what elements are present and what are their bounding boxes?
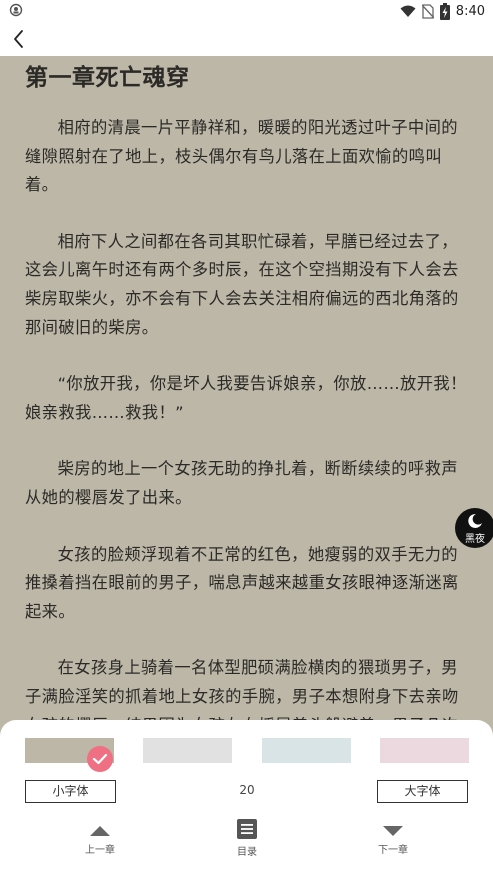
battery-charging-icon <box>439 2 450 20</box>
check-icon <box>92 753 108 765</box>
status-time: 8:40 <box>455 3 485 19</box>
reader-content[interactable]: 第一章死亡魂穿 相府的清晨一片平静祥和，暖暖的阳光透过叶子中间的缝隙照射在了地上… <box>0 56 493 746</box>
small-font-button[interactable]: 小字体 <box>25 780 116 803</box>
chapter-title: 第一章死亡魂穿 <box>25 65 190 91</box>
triangle-up-icon <box>90 826 110 836</box>
list-icon <box>237 819 257 839</box>
status-icons: 8:40 <box>400 2 485 20</box>
large-font-button[interactable]: 大字体 <box>377 780 468 803</box>
moon-icon <box>468 513 482 528</box>
theme-selected-badge <box>87 746 113 772</box>
app-notification-icon <box>9 3 23 17</box>
theme-swatch-blue[interactable] <box>262 738 351 763</box>
night-mode-button[interactable]: 黑夜 <box>455 508 493 548</box>
font-size-value: 20 <box>239 783 255 797</box>
nav-bar <box>0 22 493 56</box>
toc-button[interactable]: 目录 <box>227 819 267 858</box>
paragraph: “你放开我，你是坏人我要告诉娘亲，你放……放开我！娘亲救我……救我！” <box>25 374 467 422</box>
toc-label: 目录 <box>237 847 257 858</box>
no-sim-icon <box>421 3 434 19</box>
chevron-left-icon[interactable] <box>8 26 34 52</box>
chapter-text: 相府的清晨一片平静祥和，暖暖的阳光透过叶子中间的缝隙照射在了地上，枝头偶尔有鸟儿… <box>25 114 471 746</box>
theme-swatch-pink[interactable] <box>380 738 469 763</box>
paragraph: 柴房的地上一个女孩无助的挣扎着，断断续续的呼救声从她的樱唇发了出来。 <box>25 459 458 507</box>
paragraph: 相府的清晨一片平静祥和，暖暖的阳光透过叶子中间的缝隙照射在了地上，枝头偶尔有鸟儿… <box>25 118 458 195</box>
wifi-icon <box>400 5 416 17</box>
next-chapter-label: 下一章 <box>378 845 408 856</box>
paragraph: 女孩的脸颊浮现着不正常的红色，她瘦弱的双手无力的推搡着挡在眼前的男子，喘息声越来… <box>25 544 459 621</box>
next-chapter-button[interactable]: 下一章 <box>373 822 413 856</box>
night-mode-label: 黑夜 <box>465 534 485 545</box>
triangle-down-icon <box>383 826 403 836</box>
prev-chapter-label: 上一章 <box>85 845 115 856</box>
status-bar: 8:40 <box>0 0 493 22</box>
prev-chapter-button[interactable]: 上一章 <box>80 822 120 856</box>
reader-settings-panel: 小字体 20 大字体 上一章 目录 下一章 <box>0 720 493 878</box>
theme-swatch-gray[interactable] <box>143 738 232 763</box>
paragraph: 相府下人之间都在各司其职忙碌着，早膳已经过去了，这会儿离午时还有两个多时辰，在这… <box>25 231 459 337</box>
